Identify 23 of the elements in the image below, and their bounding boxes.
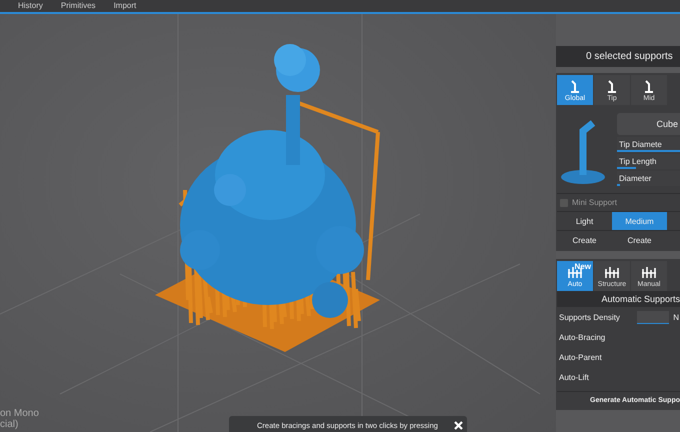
close-icon[interactable] (454, 420, 463, 430)
supports-icon (641, 264, 657, 278)
font-label: cial) (0, 419, 20, 430)
field-value: N (672, 312, 680, 322)
input-field[interactable] (637, 310, 670, 324)
menu-item[interactable]: Primitives (60, 1, 96, 11)
font-label: on Mono (0, 408, 39, 419)
support-icon (568, 78, 582, 92)
head-preset-button[interactable]: Cube (617, 112, 680, 134)
menu-item[interactable]: Import (114, 1, 136, 11)
menu-item[interactable]: History (18, 1, 43, 11)
setting-label: Supports Density (559, 312, 620, 322)
supports-icon (604, 264, 620, 278)
setting-label: Auto-Lift (559, 372, 589, 382)
selection-header: 0 selected supports (556, 46, 680, 67)
checkbox-label: Mini Support (572, 198, 617, 207)
setting-label: Auto-Parent (559, 352, 602, 362)
support-icon (642, 78, 656, 92)
support-icon (605, 78, 619, 92)
checkbox[interactable] (560, 198, 568, 206)
setting-label: Auto-Bracing (559, 332, 606, 342)
section-title: Automatic Supports (557, 291, 680, 307)
new-label: New (574, 262, 591, 271)
